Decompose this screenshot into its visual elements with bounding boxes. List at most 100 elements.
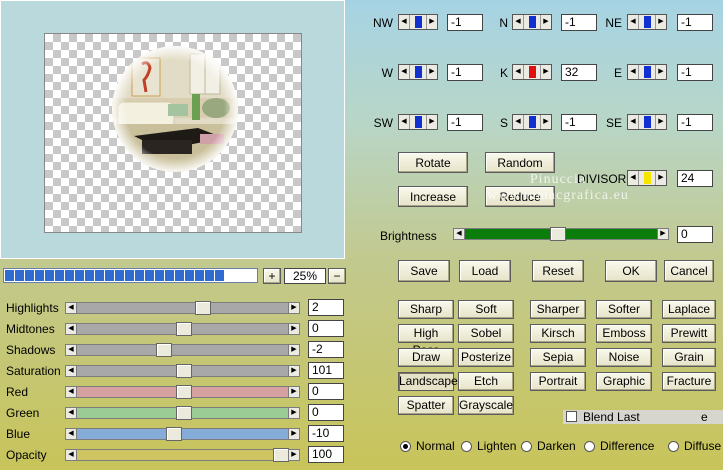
preset-laplace-button[interactable]: Laplace <box>662 300 716 319</box>
red-value[interactable]: 0 <box>308 383 344 400</box>
arrow-left-icon[interactable]: ◀ <box>65 428 77 440</box>
kernel-se-spinner[interactable]: ◀ ▶ <box>627 114 667 130</box>
preset-noise-button[interactable]: Noise <box>596 348 652 367</box>
radio-dot[interactable] <box>584 440 595 452</box>
blend-diffuse-radio[interactable]: Diffuse <box>668 439 721 453</box>
midtones-thumb[interactable] <box>175 322 192 336</box>
kernel-sw-value[interactable]: -1 <box>447 114 483 131</box>
preset-sobel-button[interactable]: Sobel <box>458 324 514 343</box>
preset-portrait-button[interactable]: Portrait <box>530 372 586 391</box>
arrow-right-icon[interactable]: ▶ <box>540 15 551 29</box>
green-slider[interactable]: ◀ ▶ <box>65 406 300 420</box>
kernel-nw-spinner[interactable]: ◀ ▶ <box>398 14 438 30</box>
preset-etch-button[interactable]: Etch <box>458 372 514 391</box>
arrow-left-icon[interactable]: ◀ <box>399 115 410 129</box>
arrow-right-icon[interactable]: ▶ <box>655 115 666 129</box>
arrow-left-icon[interactable]: ◀ <box>65 449 77 461</box>
rotate-button[interactable]: Rotate <box>398 152 468 173</box>
arrow-left-icon[interactable]: ◀ <box>65 407 77 419</box>
kernel-se-value[interactable]: -1 <box>677 114 713 131</box>
arrow-right-icon[interactable]: ▶ <box>426 65 437 79</box>
arrow-left-icon[interactable]: ◀ <box>513 115 524 129</box>
arrow-right-icon[interactable]: ▶ <box>657 228 669 240</box>
brightness-value[interactable]: 0 <box>677 226 713 243</box>
midtones-value[interactable]: 0 <box>308 320 344 337</box>
kernel-k-spinner[interactable]: ◀ ▶ <box>512 64 552 80</box>
red-thumb[interactable] <box>175 385 192 399</box>
highlights-value[interactable]: 2 <box>308 299 344 316</box>
blue-value[interactable]: -10 <box>308 425 344 442</box>
save-button[interactable]: Save <box>398 260 450 282</box>
green-value[interactable]: 0 <box>308 404 344 421</box>
load-button[interactable]: Load <box>459 260 511 282</box>
preset-prewitt-button[interactable]: Prewitt <box>662 324 716 343</box>
kernel-ne-value[interactable]: -1 <box>677 14 713 31</box>
opacity-value[interactable]: 100 <box>308 446 344 463</box>
arrow-left-icon[interactable]: ◀ <box>65 323 77 335</box>
brightness-thumb[interactable] <box>550 227 567 241</box>
arrow-right-icon[interactable]: ▶ <box>426 15 437 29</box>
arrow-left-icon[interactable]: ◀ <box>399 15 410 29</box>
preset-spatter-button[interactable]: Spatter <box>398 396 454 415</box>
preset-landscape-button[interactable]: Landscape <box>398 372 458 391</box>
arrow-right-icon[interactable]: ▶ <box>655 15 666 29</box>
preset-draw-button[interactable]: Draw <box>398 348 454 367</box>
shadows-slider[interactable]: ◀ ▶ <box>65 343 300 357</box>
saturation-slider[interactable]: ◀ ▶ <box>65 364 300 378</box>
zoom-in-button[interactable]: + <box>263 268 281 284</box>
kernel-k-value[interactable]: 32 <box>561 64 597 81</box>
kernel-n-spinner[interactable]: ◀ ▶ <box>512 14 552 30</box>
reset-button[interactable]: Reset <box>532 260 584 282</box>
arrow-right-icon[interactable]: ▶ <box>288 344 300 356</box>
blend-last-checkbox[interactable] <box>566 411 577 422</box>
green-thumb[interactable] <box>175 406 192 420</box>
arrow-left-icon[interactable]: ◀ <box>65 302 77 314</box>
kernel-e-value[interactable]: -1 <box>677 64 713 81</box>
preset-sharper-button[interactable]: Sharper <box>530 300 586 319</box>
kernel-w-value[interactable]: -1 <box>447 64 483 81</box>
radio-dot[interactable] <box>521 440 532 452</box>
arrow-right-icon[interactable]: ▶ <box>655 65 666 79</box>
kernel-sw-spinner[interactable]: ◀ ▶ <box>398 114 438 130</box>
arrow-right-icon[interactable]: ▶ <box>426 115 437 129</box>
kernel-w-spinner[interactable]: ◀ ▶ <box>398 64 438 80</box>
arrow-right-icon[interactable]: ▶ <box>288 449 300 461</box>
saturation-value[interactable]: 101 <box>308 362 344 379</box>
kernel-s-spinner[interactable]: ◀ ▶ <box>512 114 552 130</box>
blend-last-row[interactable]: Blend Last e <box>563 410 723 424</box>
arrow-left-icon[interactable]: ◀ <box>65 365 77 377</box>
shadows-value[interactable]: -2 <box>308 341 344 358</box>
kernel-n-value[interactable]: -1 <box>561 14 597 31</box>
blend-normal-radio[interactable]: Normal <box>400 439 455 453</box>
highlights-thumb[interactable] <box>195 301 211 315</box>
preset-grayscale-button[interactable]: Grayscale <box>458 396 514 415</box>
preset-kirsch-button[interactable]: Kirsch <box>530 324 586 343</box>
arrow-left-icon[interactable]: ◀ <box>513 15 524 29</box>
kernel-ne-spinner[interactable]: ◀ ▶ <box>627 14 667 30</box>
preset-emboss-button[interactable]: Emboss <box>596 324 652 343</box>
random-button[interactable]: Random <box>485 152 555 173</box>
blend-darken-radio[interactable]: Darken <box>521 439 576 453</box>
highlights-slider[interactable]: ◀ ▶ <box>65 301 300 315</box>
arrow-left-icon[interactable]: ◀ <box>628 15 639 29</box>
arrow-left-icon[interactable]: ◀ <box>65 344 77 356</box>
ok-button[interactable]: OK <box>605 260 657 282</box>
arrow-right-icon[interactable]: ▶ <box>288 323 300 335</box>
arrow-left-icon[interactable]: ◀ <box>513 65 524 79</box>
cancel-button[interactable]: Cancel <box>664 260 714 282</box>
preset-soft-button[interactable]: Soft <box>458 300 514 319</box>
arrow-left-icon[interactable]: ◀ <box>628 65 639 79</box>
blue-slider[interactable]: ◀ ▶ <box>65 427 300 441</box>
preview-canvas[interactable] <box>44 33 302 233</box>
kernel-e-spinner[interactable]: ◀ ▶ <box>627 64 667 80</box>
blend-lighten-radio[interactable]: Lighten <box>461 439 516 453</box>
arrow-left-icon[interactable]: ◀ <box>65 386 77 398</box>
radio-dot[interactable] <box>461 440 472 452</box>
arrow-right-icon[interactable]: ▶ <box>288 365 300 377</box>
arrow-right-icon[interactable]: ▶ <box>288 428 300 440</box>
brightness-slider[interactable]: ◀ ▶ <box>453 227 669 241</box>
arrow-right-icon[interactable]: ▶ <box>288 386 300 398</box>
arrow-right-icon[interactable]: ▶ <box>540 115 551 129</box>
arrow-right-icon[interactable]: ▶ <box>540 65 551 79</box>
preset-posterize-button[interactable]: Posterize <box>458 348 514 367</box>
